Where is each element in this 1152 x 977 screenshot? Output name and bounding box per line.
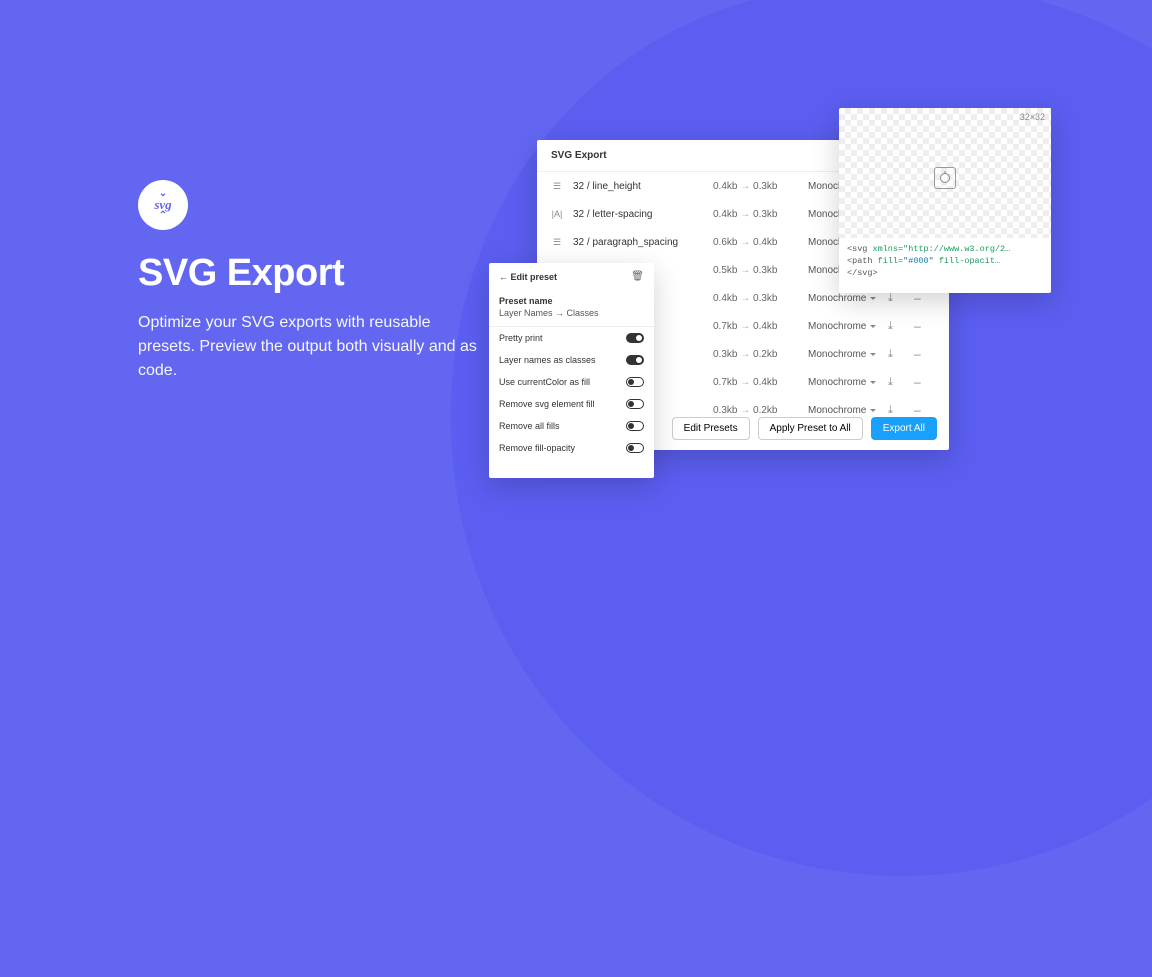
edit-preset-panel: ← Edit preset 🗑 Preset name Layer Names … — [489, 263, 654, 478]
size-delta: 0.7kb → 0.4kb — [713, 377, 798, 388]
logo-badge: ⌄ svg ⌃ — [138, 180, 188, 230]
hero-title: SVG Export — [138, 252, 478, 295]
remove-icon[interactable]: – — [914, 319, 924, 333]
letter-spacing-icon: |A| — [551, 208, 563, 220]
preview-panel: 32×32 <svg xmlns="http://www.w3.org/2… <… — [839, 108, 1051, 293]
preset-dropdown[interactable]: Monochrome — [808, 293, 878, 304]
preview-dimensions: 32×32 — [1020, 112, 1045, 122]
code-preview: <svg xmlns="http://www.w3.org/2… <path f… — [839, 238, 1051, 286]
layer-name: 32 / paragraph_spacing — [573, 237, 703, 248]
size-delta: 0.3kb → 0.2kb — [713, 349, 798, 360]
preset-option: Remove fill-opacity — [489, 437, 654, 459]
size-delta: 0.7kb → 0.4kb — [713, 321, 798, 332]
toggle[interactable] — [626, 399, 644, 409]
download-icon[interactable]: ⤓ — [888, 348, 904, 361]
download-icon[interactable]: ⤓ — [888, 376, 904, 389]
size-delta: 0.4kb → 0.3kb — [713, 293, 798, 304]
toggle[interactable] — [626, 443, 644, 453]
option-label: Use currentColor as fill — [499, 377, 590, 387]
layer-name: 32 / line_height — [573, 181, 703, 192]
remove-icon[interactable]: – — [914, 347, 924, 361]
size-delta: 0.5kb → 0.3kb — [713, 265, 798, 276]
export-all-button[interactable]: Export All — [871, 417, 937, 440]
chevron-up-icon: ⌃ — [159, 212, 167, 220]
preset-option: Layer names as classes — [489, 349, 654, 371]
preset-name-label: Preset name — [489, 290, 654, 308]
apply-preset-all-button[interactable]: Apply Preset to All — [758, 417, 863, 440]
preview-canvas: 32×32 — [839, 108, 1051, 238]
preset-option: Use currentColor as fill — [489, 371, 654, 393]
option-label: Pretty print — [499, 333, 543, 343]
hero-section: ⌄ svg ⌃ SVG Export Optimize your SVG exp… — [138, 180, 478, 383]
download-icon[interactable]: ⤓ — [888, 292, 904, 305]
toggle[interactable] — [626, 355, 644, 365]
size-delta: 0.6kb → 0.4kb — [713, 237, 798, 248]
preset-dropdown[interactable]: Monochrome — [808, 321, 878, 332]
toggle[interactable] — [626, 333, 644, 343]
preset-option: Remove all fills — [489, 415, 654, 437]
download-icon[interactable]: ⤓ — [888, 404, 904, 417]
preset-dropdown[interactable]: Monochrome — [808, 405, 878, 416]
option-label: Remove fill-opacity — [499, 443, 575, 453]
preset-name-value[interactable]: Layer Names → Classes — [489, 308, 654, 327]
remove-icon[interactable]: – — [914, 291, 924, 305]
option-label: Layer names as classes — [499, 355, 596, 365]
size-delta: 0.3kb → 0.2kb — [713, 405, 798, 416]
trash-icon[interactable]: 🗑 — [631, 271, 644, 282]
download-icon[interactable]: ⤓ — [888, 320, 904, 333]
option-label: Remove all fills — [499, 421, 560, 431]
size-delta: 0.4kb → 0.3kb — [713, 209, 798, 220]
timer-icon — [934, 167, 956, 189]
hero-subtitle: Optimize your SVG exports with reusable … — [138, 311, 478, 383]
preset-dropdown[interactable]: Monochrome — [808, 377, 878, 388]
paragraph-spacing-icon: ☰ — [551, 236, 563, 248]
remove-icon[interactable]: – — [914, 403, 924, 417]
preset-option: Pretty print — [489, 327, 654, 349]
size-delta: 0.4kb → 0.3kb — [713, 181, 798, 192]
preset-dropdown[interactable]: Monochrome — [808, 349, 878, 360]
edit-presets-button[interactable]: Edit Presets — [672, 417, 750, 440]
preset-option: Remove svg element fill — [489, 393, 654, 415]
back-button[interactable]: ← Edit preset — [499, 272, 557, 282]
footer-buttons: Edit Presets Apply Preset to All Export … — [672, 417, 937, 440]
toggle[interactable] — [626, 377, 644, 387]
remove-icon[interactable]: – — [914, 375, 924, 389]
layer-name: 32 / letter-spacing — [573, 209, 703, 220]
toggle[interactable] — [626, 421, 644, 431]
line-height-icon: ☰ — [551, 180, 563, 192]
option-label: Remove svg element fill — [499, 399, 595, 409]
